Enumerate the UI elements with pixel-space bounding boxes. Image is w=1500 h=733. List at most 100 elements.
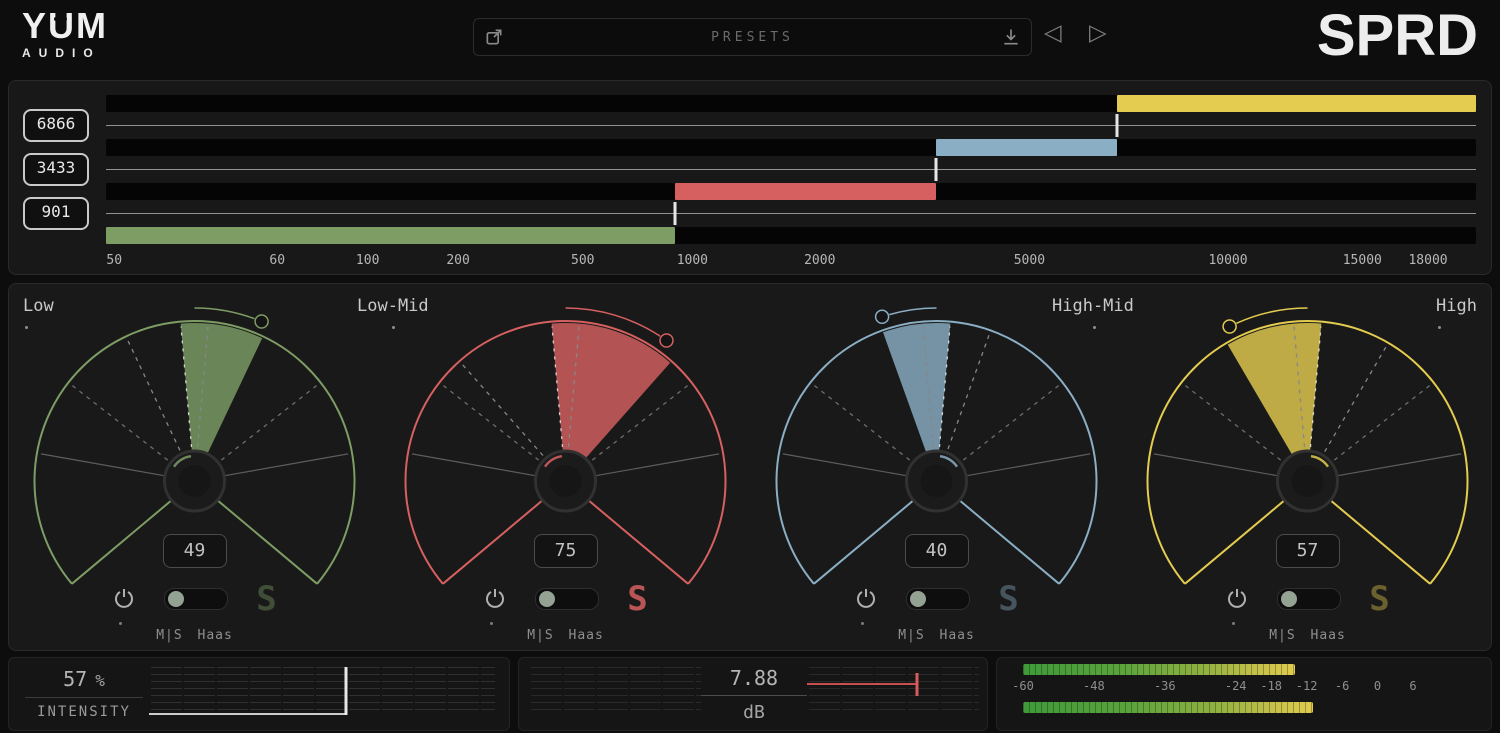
power-button[interactable] <box>483 587 507 611</box>
power-button[interactable] <box>1225 587 1249 611</box>
power-led <box>119 622 122 625</box>
spread-dial[interactable] <box>380 300 751 632</box>
ms-haas-toggle[interactable] <box>164 588 228 610</box>
power-led <box>861 622 864 625</box>
meter-scale-label: 6 <box>1409 679 1416 693</box>
meter-scale-label: -36 <box>1154 679 1176 693</box>
intensity-unit: % <box>95 671 105 690</box>
preset-name[interactable]: PRESETS <box>514 30 991 45</box>
freq-tick-label: 15000 <box>1343 253 1382 268</box>
intensity-value: 57% <box>25 667 143 691</box>
crossover-freq-box[interactable]: 3433 <box>23 153 89 186</box>
band-segment-high <box>1117 95 1476 112</box>
logo-letter-u: U <box>48 8 76 44</box>
yum-audio-logo: YUM AUDIO <box>22 8 108 60</box>
band-segment-low-mid <box>675 183 937 200</box>
spread-dial[interactable] <box>1122 300 1493 632</box>
freq-tick-label: 50 <box>106 253 122 268</box>
power-button[interactable] <box>854 587 878 611</box>
band-title-low: Low <box>23 296 54 316</box>
band-bar-low-mid <box>106 183 1476 200</box>
dial-arm-handle[interactable] <box>1223 320 1236 333</box>
ms-haas-toggle[interactable] <box>535 588 599 610</box>
crossover-handle[interactable] <box>1116 114 1119 137</box>
load-preset-button[interactable] <box>1001 27 1021 47</box>
frequency-band-display: 6866 3433 901 50601002005001000200050001… <box>8 80 1492 275</box>
freq-tick-label: 18000 <box>1408 253 1447 268</box>
spread-value-box[interactable]: 49 <box>163 534 227 568</box>
crossover-handle[interactable] <box>673 202 676 225</box>
solo-button[interactable]: S <box>256 586 276 612</box>
intensity-slider-handle[interactable] <box>345 667 348 715</box>
dial-arm-handle[interactable] <box>255 315 268 328</box>
spread-dials-panel: Low Low-Mid High-Mid High 49 S M|S Haas <box>8 283 1492 651</box>
crossover-freq-box[interactable]: 901 <box>23 197 89 230</box>
export-icon <box>484 27 504 47</box>
power-led <box>490 622 493 625</box>
meter-scale-label: -24 <box>1225 679 1247 693</box>
automation-dot <box>392 326 395 329</box>
next-preset-button[interactable]: ▷ <box>1089 20 1107 46</box>
slider-track <box>106 125 1476 126</box>
output-meter: -60-48-36-24-18-12-606 <box>1023 658 1463 730</box>
spread-value-box[interactable]: 75 <box>534 534 598 568</box>
prev-preset-button[interactable]: ◁ <box>1044 20 1062 46</box>
dial-arm-handle[interactable] <box>660 334 673 347</box>
solo-button[interactable]: S <box>627 586 647 612</box>
freq-tick-label: 100 <box>356 253 379 268</box>
band-title-high: High <box>1436 296 1477 316</box>
freq-tick-label: 1000 <box>677 253 708 268</box>
band-bar-high <box>106 95 1476 112</box>
slider-track <box>106 169 1476 170</box>
export-preset-button[interactable] <box>484 27 504 47</box>
ms-haas-toggle[interactable] <box>906 588 970 610</box>
band-title-high-mid: High-Mid <box>1052 296 1134 316</box>
dial-arm-handle[interactable] <box>876 310 889 323</box>
crossover-slider-low[interactable]: 901 <box>106 200 1476 227</box>
db-value[interactable]: 7.88 <box>701 666 807 696</box>
spread-dial[interactable] <box>9 300 380 632</box>
db-slider-left-track[interactable] <box>529 667 701 715</box>
intensity-number[interactable]: 57 <box>63 667 87 691</box>
crossover-slider-mid[interactable]: 3433 <box>106 156 1476 183</box>
output-meter-panel: -60-48-36-24-18-12-606 <box>996 657 1492 731</box>
automation-dot <box>25 326 28 329</box>
ms-haas-label: M|S Haas <box>9 628 380 643</box>
power-icon <box>1225 587 1249 611</box>
automation-dot <box>1438 326 1441 329</box>
db-slider[interactable] <box>807 667 979 715</box>
spread-dial[interactable] <box>751 300 1122 632</box>
toggle-knob <box>1281 591 1297 607</box>
band-title-low-mid: Low-Mid <box>357 296 429 316</box>
logo-letter: M <box>76 8 108 44</box>
band-segment-low <box>106 227 675 244</box>
db-slider-handle[interactable] <box>916 673 919 696</box>
freq-tick-label: 10000 <box>1208 253 1247 268</box>
band-segment-high-mid <box>936 139 1117 156</box>
frequency-axis: 5060100200500100020005000100001500018000 <box>106 251 1476 271</box>
crossover-handle[interactable] <box>935 158 938 181</box>
meter-scale-label: -6 <box>1335 679 1349 693</box>
spread-value-box[interactable]: 40 <box>905 534 969 568</box>
toggle-knob <box>168 591 184 607</box>
crossover-slider-high[interactable]: 6866 <box>106 112 1476 139</box>
intensity-slider[interactable] <box>149 667 495 715</box>
solo-button[interactable]: S <box>1369 586 1389 612</box>
header: YUM AUDIO PRESETS ◁ ▷ SPRD <box>0 0 1500 78</box>
power-button[interactable] <box>112 587 136 611</box>
meter-scale-label: 0 <box>1374 679 1381 693</box>
freq-tick-label: 60 <box>269 253 285 268</box>
divider <box>25 697 143 698</box>
meter-bar-left <box>1023 664 1295 675</box>
ms-haas-label: M|S Haas <box>751 628 1122 643</box>
freq-tick-label: 200 <box>446 253 469 268</box>
logo-audio-text: AUDIO <box>22 46 108 60</box>
band-bar-high-mid <box>106 139 1476 156</box>
slider-track <box>106 213 1476 214</box>
spread-value-box[interactable]: 57 <box>1276 534 1340 568</box>
band-section-high-mid: 40 S M|S Haas <box>751 284 1122 650</box>
ms-haas-toggle[interactable] <box>1277 588 1341 610</box>
solo-button[interactable]: S <box>998 586 1018 612</box>
crossover-freq-box[interactable]: 6866 <box>23 109 89 142</box>
download-icon <box>1001 27 1021 47</box>
